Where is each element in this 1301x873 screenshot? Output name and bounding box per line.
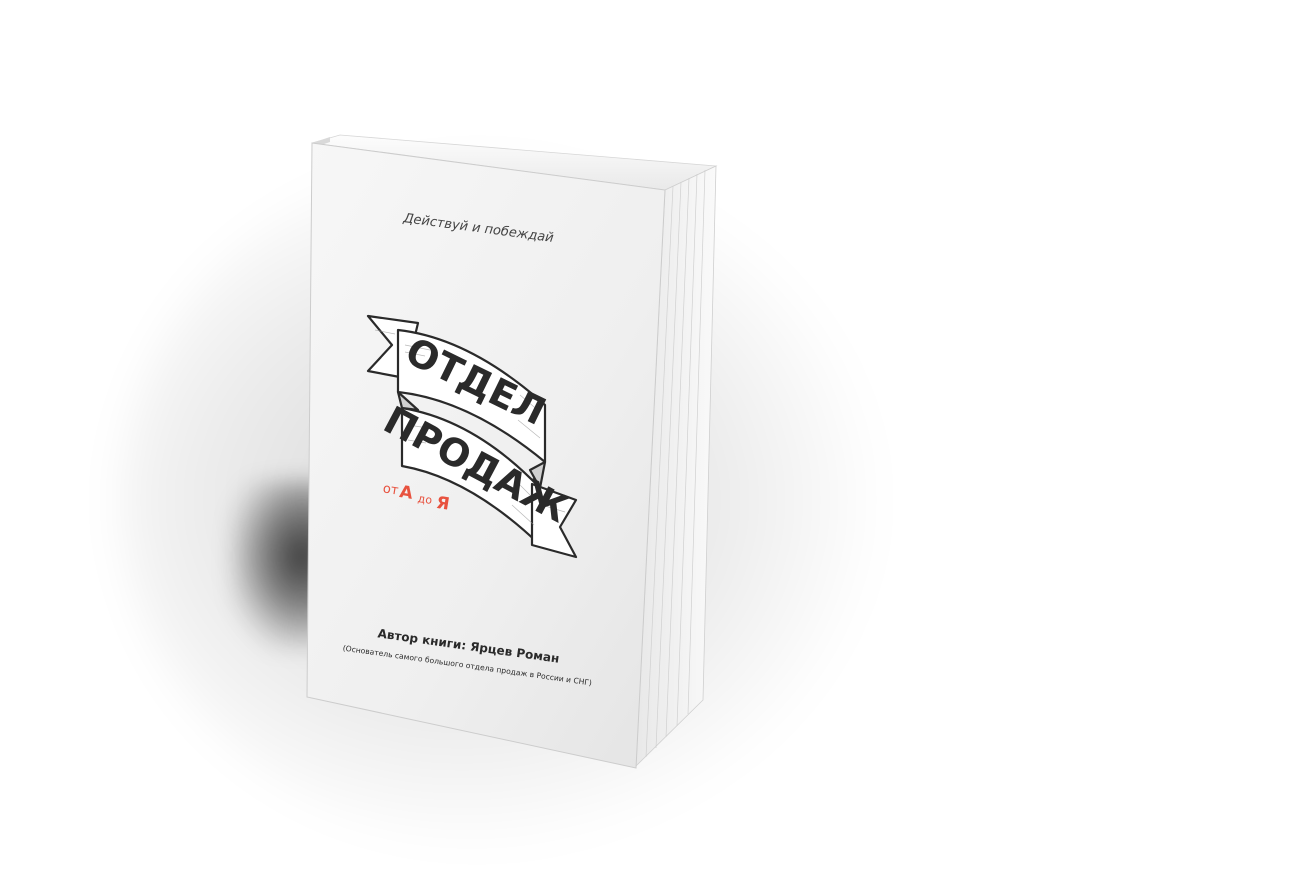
book-mockup-scene: Действуй и побеждай ОТДЕЛ ПРОДАЖ от А до…: [0, 0, 1301, 873]
book-illustration: Действуй и побеждай ОТДЕЛ ПРОДАЖ от А до…: [306, 134, 718, 769]
subtitle-ot: от: [382, 481, 400, 498]
subtitle-do: до: [417, 492, 433, 507]
